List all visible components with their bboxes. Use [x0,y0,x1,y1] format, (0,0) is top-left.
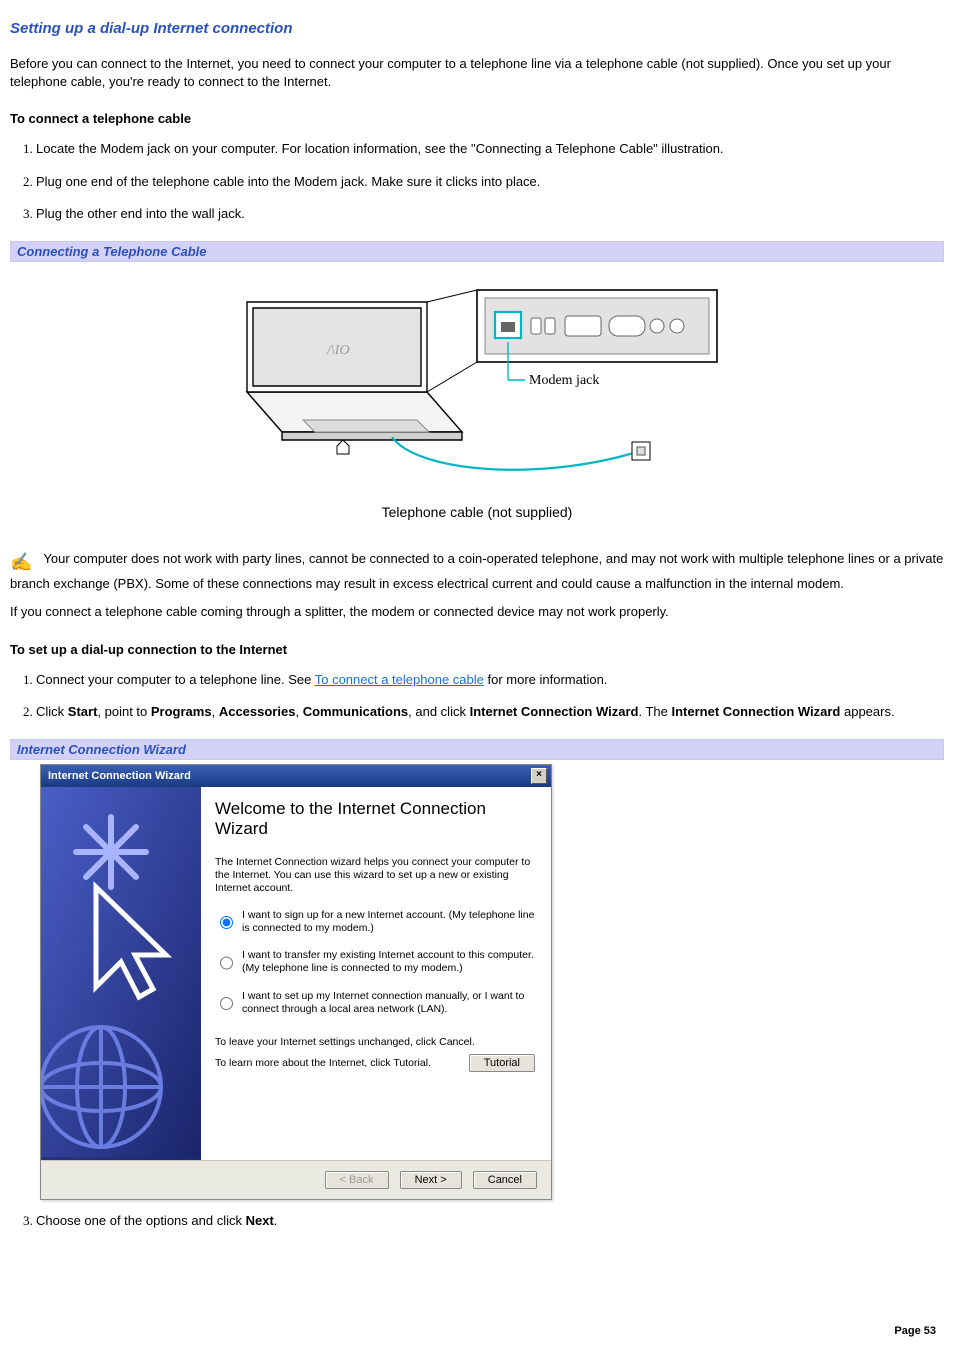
wizard-leave-text: To leave your Internet settings unchange… [215,1036,535,1048]
wizard-option-2[interactable]: I want to transfer my existing Internet … [215,949,535,975]
caption-icw: Internet Connection Wizard [10,739,944,760]
note-icon: ✍ [10,550,40,575]
subheading-connect-cable: To connect a telephone cable [10,111,944,126]
back-button: < Back [325,1171,389,1189]
wizard-learn-text: To learn more about the Internet, click … [215,1057,431,1069]
bold: Communications [303,704,408,719]
splitter-paragraph: If you connect a telephone cable coming … [10,603,944,621]
wizard-titlebar: Internet Connection Wizard × [41,765,551,787]
wizard-heading: Welcome to the Internet Connection Wizar… [215,799,535,840]
steps-setup-dialup: Connect your computer to a telephone lin… [36,671,944,721]
bold: Internet Connection Wizard [470,704,639,719]
intro-paragraph: Before you can connect to the Internet, … [10,55,944,91]
option-label: I want to set up my Internet connection … [242,990,535,1016]
step-text: Plug the other end into the wall jack. [36,206,245,221]
wizard-footer: < Back Next > Cancel [41,1160,551,1199]
text: . [274,1213,278,1228]
text: Click [36,704,68,719]
wizard-dialog: Internet Connection Wizard × [40,764,552,1200]
wizard-title: Internet Connection Wizard [48,770,191,782]
next-button[interactable]: Next > [400,1171,462,1189]
bold: Internet Connection Wizard [671,704,840,719]
wizard-description: The Internet Connection wizard helps you… [215,856,535,895]
wizard-option-3[interactable]: I want to set up my Internet connection … [215,990,535,1016]
subheading-setup-dialup: To set up a dial-up connection to the In… [10,642,944,657]
text: for more information. [484,672,608,687]
option-label: I want to sign up for a new Internet acc… [242,909,535,935]
bold: Start [68,704,98,719]
close-button[interactable]: × [531,768,547,784]
bold: Programs [151,704,212,719]
text: Choose one of the options and click [36,1213,246,1228]
bold: Accessories [219,704,296,719]
radio-new-account[interactable] [220,910,233,935]
step-text: Choose one of the options and click Next… [36,1213,277,1228]
illu-cable-label: Telephone cable (not supplied) [10,504,944,520]
page-number: Page 53 [894,1325,936,1337]
text: . The [638,704,671,719]
section-title: Setting up a dial-up Internet connection [10,20,944,37]
text: , [295,704,302,719]
text: Connect your computer to a telephone lin… [36,672,315,687]
illu-modem-jack-label: Modem jack [529,373,599,388]
step-text: Plug one end of the telephone cable into… [36,174,540,189]
radio-transfer-account[interactable] [220,950,233,975]
illustration-modem-jack: /\IO Modem jack [10,262,944,528]
svg-text:/\IO: /\IO [326,343,350,358]
step-text: Click Start, point to Programs, Accessor… [36,704,895,719]
text: appears. [840,704,894,719]
radio-manual-lan[interactable] [220,991,233,1016]
text: , [212,704,219,719]
caption-connecting-cable: Connecting a Telephone Cable [10,241,944,262]
note-block: ✍ Your computer does not work with party… [10,550,944,593]
step-text: Locate the Modem jack on your computer. … [36,141,724,156]
steps-setup-dialup-cont: Choose one of the options and click Next… [36,1212,944,1230]
text: , point to [97,704,150,719]
step-text: Connect your computer to a telephone lin… [36,672,607,687]
link-connect-cable[interactable]: To connect a telephone cable [315,672,484,687]
bold: Next [246,1213,274,1228]
steps-connect-cable: Locate the Modem jack on your computer. … [36,140,944,223]
note-text: Your computer does not work with party l… [10,551,943,591]
tutorial-button[interactable]: Tutorial [469,1054,535,1072]
wizard-option-1[interactable]: I want to sign up for a new Internet acc… [215,909,535,935]
cancel-button[interactable]: Cancel [473,1171,537,1189]
option-label: I want to transfer my existing Internet … [242,949,535,975]
text: , and click [408,704,469,719]
wizard-side-graphic [41,787,201,1160]
